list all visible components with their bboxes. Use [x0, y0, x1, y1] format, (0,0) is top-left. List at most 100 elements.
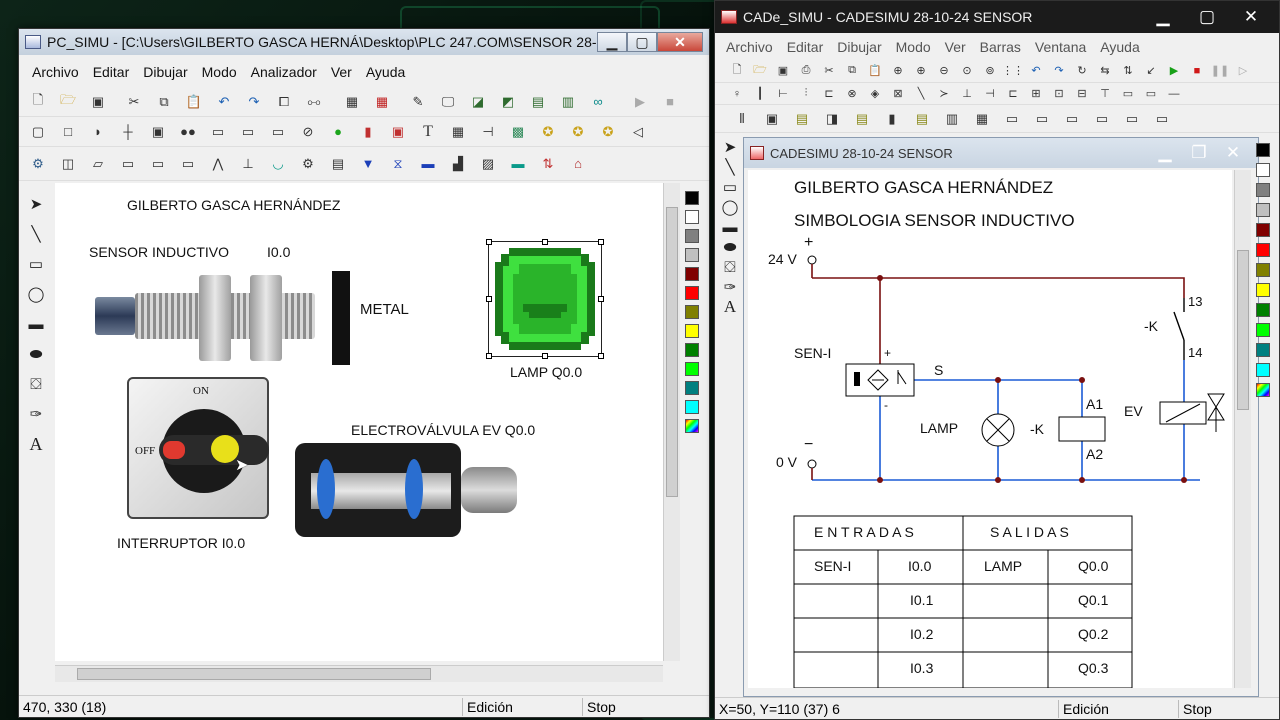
- cade-color-red[interactable]: [1256, 243, 1270, 257]
- cade-menu-archivo[interactable]: Archivo: [719, 39, 780, 55]
- component-2-icon[interactable]: □: [57, 122, 79, 142]
- cade-maximize-button[interactable]: ▢: [1185, 7, 1229, 27]
- cade-open-icon[interactable]: 🗁: [752, 61, 768, 81]
- cade-menu-editar[interactable]: Editar: [780, 39, 831, 55]
- cade-paste-icon[interactable]: 📋: [867, 61, 883, 81]
- component-6-icon[interactable]: ●●: [177, 122, 199, 142]
- cade-plc-14-icon[interactable]: ▭: [1121, 109, 1143, 129]
- cade-symbol-2-icon[interactable]: ┃: [752, 84, 768, 104]
- select-arrow-icon[interactable]: ➤: [25, 189, 47, 219]
- align-icon[interactable]: ⇅: [537, 154, 559, 174]
- cade-save-icon[interactable]: ▣: [775, 61, 791, 81]
- cade-print-icon[interactable]: ⎙: [798, 61, 814, 81]
- filled-ellipse-icon[interactable]: ⬬: [25, 339, 47, 369]
- robot-arm-icon[interactable]: ⋀: [207, 154, 229, 174]
- cylinder2-icon[interactable]: ▭: [147, 154, 169, 174]
- text-tool-icon[interactable]: T: [417, 122, 439, 142]
- cade-color-black[interactable]: [1256, 143, 1270, 157]
- color-lime[interactable]: [685, 362, 699, 376]
- menu-ayuda[interactable]: Ayuda: [359, 64, 412, 80]
- cade-dropper-icon[interactable]: ✑: [719, 277, 741, 297]
- house-icon[interactable]: ⌂: [567, 154, 589, 174]
- cade-symbol-16-icon[interactable]: ⊟: [1074, 84, 1090, 104]
- color-gray[interactable]: [685, 229, 699, 243]
- monitor-icon[interactable]: 🖵: [437, 92, 459, 112]
- cade-text-icon[interactable]: A: [719, 297, 741, 317]
- color-red[interactable]: [685, 286, 699, 300]
- speaker-icon[interactable]: ◁: [627, 122, 649, 142]
- color-yellow[interactable]: [685, 324, 699, 338]
- hatch-icon[interactable]: ▨: [477, 154, 499, 174]
- cade-symbol-18-icon[interactable]: ▭: [1120, 84, 1136, 104]
- color-cyan[interactable]: [685, 400, 699, 414]
- cade-menu-ver[interactable]: Ver: [938, 39, 973, 55]
- component-10-icon[interactable]: ⊘: [297, 122, 319, 142]
- valve-icon[interactable]: ⊣: [477, 122, 499, 142]
- color-maroon[interactable]: [685, 267, 699, 281]
- cube-icon[interactable]: ◫: [57, 154, 79, 174]
- filled-rect-icon[interactable]: ▬: [25, 309, 47, 339]
- component-3-icon[interactable]: ◗: [87, 122, 109, 142]
- play-icon[interactable]: ▶: [629, 92, 651, 112]
- press-icon[interactable]: ⊥: [237, 154, 259, 174]
- display-icon[interactable]: ▣: [387, 122, 409, 142]
- color-white[interactable]: [685, 210, 699, 224]
- child-close-button[interactable]: ✕: [1216, 143, 1250, 163]
- ellipse-tool-icon[interactable]: ◯: [25, 279, 47, 309]
- cade-filled-ellipse-icon[interactable]: ⬬: [719, 237, 741, 257]
- green-light-icon[interactable]: ●: [327, 122, 349, 142]
- bar-icon[interactable]: ▬: [417, 154, 439, 174]
- paste-icon[interactable]: 📋: [183, 92, 205, 112]
- cade-copy-icon[interactable]: ⧉: [844, 61, 860, 81]
- grid-red-icon[interactable]: ▦: [371, 92, 393, 112]
- color-custom[interactable]: [685, 419, 699, 433]
- cade-symbol-4-icon[interactable]: ⫶: [798, 84, 814, 104]
- arduino-icon[interactable]: ∞: [587, 92, 609, 112]
- fill-bucket-icon[interactable]: ⛋: [25, 369, 47, 399]
- cade-zoom-in-icon[interactable]: ⊕: [913, 61, 929, 81]
- component-4-icon[interactable]: ┼: [117, 122, 139, 142]
- cade-rect-icon[interactable]: ▭: [719, 177, 741, 197]
- cade-menu-dibujar[interactable]: Dibujar: [830, 39, 888, 55]
- cade-line-icon[interactable]: ╲: [719, 157, 741, 177]
- menu-analizador[interactable]: Analizador: [244, 64, 324, 80]
- chart-icon[interactable]: ▥: [557, 92, 579, 112]
- cade-rotate-icon[interactable]: ↻: [1074, 61, 1090, 81]
- cade-color-green[interactable]: [1256, 303, 1270, 317]
- cylinder3-icon[interactable]: ▭: [177, 154, 199, 174]
- cade-plc-3-icon[interactable]: ▤: [791, 109, 813, 129]
- cade-symbol-19-icon[interactable]: ▭: [1143, 84, 1159, 104]
- lamp-selection-box[interactable]: [486, 239, 604, 359]
- panel-icon[interactable]: ▤: [327, 154, 349, 174]
- cade-color-cyan[interactable]: [1256, 363, 1270, 377]
- component-9-icon[interactable]: ▭: [267, 122, 289, 142]
- image-icon[interactable]: ▩: [507, 122, 529, 142]
- cade-zoom-out-icon[interactable]: ⊖: [936, 61, 952, 81]
- cade-step-icon[interactable]: ▷: [1235, 61, 1251, 81]
- component-5-icon[interactable]: ▣: [147, 122, 169, 142]
- cade-plc-7-icon[interactable]: ▤: [911, 109, 933, 129]
- layers-icon[interactable]: ▤: [527, 92, 549, 112]
- cookie-in-icon[interactable]: ✪: [567, 122, 589, 142]
- cade-new-icon[interactable]: 🗋: [729, 61, 745, 81]
- cade-menu-ventana[interactable]: Ventana: [1028, 39, 1093, 55]
- cade-plc-4-icon[interactable]: ◨: [821, 109, 843, 129]
- cut-icon[interactable]: ✂: [123, 92, 145, 112]
- menu-archivo[interactable]: Archivo: [25, 64, 86, 80]
- cade-symbol-11-icon[interactable]: ⊥: [959, 84, 975, 104]
- save-icon[interactable]: ▣: [87, 92, 109, 112]
- cade-plc-15-icon[interactable]: ▭: [1151, 109, 1173, 129]
- menu-editar[interactable]: Editar: [86, 64, 137, 80]
- cade-symbol-20-icon[interactable]: —: [1166, 84, 1182, 104]
- cade-symbol-8-icon[interactable]: ⊠: [890, 84, 906, 104]
- metal-plate[interactable]: [332, 271, 350, 365]
- cade-stop-icon[interactable]: ■: [1189, 61, 1205, 81]
- cade-plc-5-icon[interactable]: ▤: [851, 109, 873, 129]
- cade-zoom-icon[interactable]: ⊕: [890, 61, 906, 81]
- selector-switch[interactable]: ON OFF ➤: [127, 377, 269, 519]
- cade-color-teal[interactable]: [1256, 343, 1270, 357]
- menu-ver[interactable]: Ver: [324, 64, 359, 80]
- component-1-icon[interactable]: ▢: [27, 122, 49, 142]
- cade-undo-icon[interactable]: ↶: [1028, 61, 1044, 81]
- gear-icon[interactable]: ⚙: [297, 154, 319, 174]
